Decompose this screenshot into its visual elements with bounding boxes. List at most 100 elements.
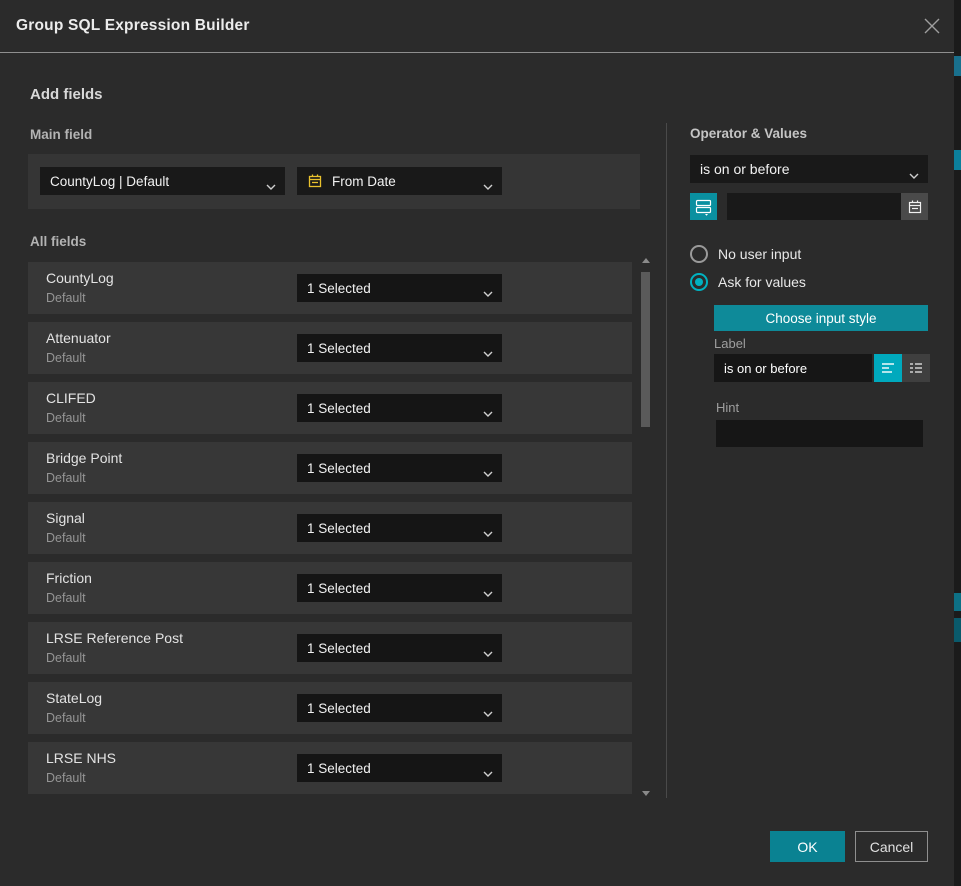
field-row-statelog: StateLog Default 1 Selected bbox=[28, 682, 632, 734]
field-name: Signal bbox=[46, 510, 85, 526]
field-selected-value: 1 Selected bbox=[307, 341, 371, 356]
field-row-friction: Friction Default 1 Selected bbox=[28, 562, 632, 614]
operator-values-heading: Operator & Values bbox=[690, 126, 807, 141]
radio-ask-for-values[interactable]: Ask for values bbox=[690, 273, 806, 291]
chevron-down-icon bbox=[483, 585, 493, 600]
field-selected-value: 1 Selected bbox=[307, 701, 371, 716]
field-row-attenuator: Attenuator Default 1 Selected bbox=[28, 322, 632, 374]
chevron-down-icon bbox=[483, 405, 493, 420]
field-subtitle: Default bbox=[46, 531, 86, 545]
field-name: CLIFED bbox=[46, 390, 96, 406]
field-subtitle: Default bbox=[46, 291, 86, 305]
radio-selected-icon bbox=[690, 273, 708, 291]
dialog-header: Group SQL Expression Builder bbox=[0, 0, 954, 53]
chevron-down-icon bbox=[483, 705, 493, 720]
calendar-icon bbox=[307, 173, 323, 189]
main-field-date-select[interactable]: From Date bbox=[297, 167, 502, 195]
panel-divider bbox=[666, 123, 667, 798]
field-selected-dropdown[interactable]: 1 Selected bbox=[297, 514, 502, 542]
date-picker-button[interactable] bbox=[901, 193, 928, 220]
field-row-lrse-nhs: LRSE NHS Default 1 Selected bbox=[28, 742, 632, 794]
chevron-down-icon bbox=[483, 178, 493, 193]
chevron-down-icon bbox=[483, 765, 493, 780]
field-selected-dropdown[interactable]: 1 Selected bbox=[297, 274, 502, 302]
group-sql-expression-builder-dialog: Group SQL Expression Builder Add fields … bbox=[0, 0, 954, 886]
chevron-down-icon bbox=[483, 645, 493, 660]
field-selected-dropdown[interactable]: 1 Selected bbox=[297, 334, 502, 362]
field-name: Friction bbox=[46, 570, 92, 586]
chevron-down-icon bbox=[483, 285, 493, 300]
field-subtitle: Default bbox=[46, 351, 86, 365]
field-name: StateLog bbox=[46, 690, 102, 706]
all-fields-label: All fields bbox=[30, 234, 86, 249]
scrollbar-thumb[interactable] bbox=[641, 272, 650, 427]
field-selected-value: 1 Selected bbox=[307, 461, 371, 476]
field-selected-dropdown[interactable]: 1 Selected bbox=[297, 694, 502, 722]
chevron-down-icon bbox=[483, 345, 493, 360]
field-subtitle: Default bbox=[46, 471, 86, 485]
field-row-signal: Signal Default 1 Selected bbox=[28, 502, 632, 554]
field-selected-value: 1 Selected bbox=[307, 521, 371, 536]
align-left-lines-icon bbox=[880, 361, 896, 375]
dialog-title: Group SQL Expression Builder bbox=[16, 0, 250, 52]
scrollbar-down-arrow[interactable] bbox=[642, 791, 650, 796]
cancel-button[interactable]: Cancel bbox=[855, 831, 928, 862]
background-fragment bbox=[954, 56, 961, 76]
calendar-icon bbox=[907, 199, 923, 215]
background-fragment bbox=[954, 150, 961, 170]
background-fragment bbox=[954, 593, 961, 611]
main-field-label: Main field bbox=[30, 127, 92, 142]
close-icon[interactable] bbox=[922, 16, 942, 36]
hint-input[interactable] bbox=[716, 420, 923, 447]
field-subtitle: Default bbox=[46, 411, 86, 425]
bulleted-list-icon bbox=[908, 361, 924, 375]
label-style-list-button[interactable] bbox=[902, 354, 930, 382]
label-input[interactable] bbox=[714, 354, 872, 382]
field-subtitle: Default bbox=[46, 771, 86, 785]
add-fields-heading: Add fields bbox=[30, 86, 103, 103]
chevron-down-icon bbox=[909, 166, 919, 182]
field-selected-dropdown[interactable]: 1 Selected bbox=[297, 754, 502, 782]
field-row-bridge-point: Bridge Point Default 1 Selected bbox=[28, 442, 632, 494]
field-selected-dropdown[interactable]: 1 Selected bbox=[297, 574, 502, 602]
chevron-down-icon bbox=[483, 525, 493, 540]
field-selected-dropdown[interactable]: 1 Selected bbox=[297, 394, 502, 422]
operator-select-value: is on or before bbox=[700, 161, 790, 177]
field-selected-value: 1 Selected bbox=[307, 581, 371, 596]
value-input[interactable] bbox=[727, 193, 901, 220]
main-field-select-value: CountyLog | Default bbox=[50, 174, 169, 189]
field-selected-value: 1 Selected bbox=[307, 641, 371, 656]
field-selected-dropdown[interactable]: 1 Selected bbox=[297, 454, 502, 482]
field-row-clifed: CLIFED Default 1 Selected bbox=[28, 382, 632, 434]
field-name: LRSE Reference Post bbox=[46, 630, 183, 646]
background-fragment bbox=[954, 618, 961, 642]
stacked-rows-icon bbox=[695, 198, 712, 216]
operator-select[interactable]: is on or before bbox=[690, 155, 928, 183]
field-subtitle: Default bbox=[46, 651, 86, 665]
main-field-select[interactable]: CountyLog | Default bbox=[40, 167, 285, 195]
field-row-lrse-reference-post: LRSE Reference Post Default 1 Selected bbox=[28, 622, 632, 674]
main-field-panel: CountyLog | Default From Date bbox=[28, 154, 640, 209]
background-edge-strip bbox=[954, 0, 961, 886]
main-field-date-value: From Date bbox=[332, 174, 396, 189]
field-selected-dropdown[interactable]: 1 Selected bbox=[297, 634, 502, 662]
field-selected-value: 1 Selected bbox=[307, 281, 371, 296]
field-name: Bridge Point bbox=[46, 450, 122, 466]
field-subtitle: Default bbox=[46, 711, 86, 725]
hint-field-label: Hint bbox=[716, 400, 739, 415]
value-source-button[interactable] bbox=[690, 193, 717, 220]
scrollbar-up-arrow[interactable] bbox=[642, 258, 650, 263]
field-name: Attenuator bbox=[46, 330, 111, 346]
radio-unselected-icon bbox=[690, 245, 708, 263]
label-style-single-line-button[interactable] bbox=[874, 354, 902, 382]
field-subtitle: Default bbox=[46, 591, 86, 605]
field-selected-value: 1 Selected bbox=[307, 761, 371, 776]
chevron-down-icon bbox=[266, 178, 276, 193]
chevron-down-icon bbox=[483, 465, 493, 480]
choose-input-style-button[interactable]: Choose input style bbox=[714, 305, 928, 331]
ok-button[interactable]: OK bbox=[770, 831, 845, 862]
field-name: LRSE NHS bbox=[46, 750, 116, 766]
radio-no-user-input[interactable]: No user input bbox=[690, 245, 801, 263]
field-name: CountyLog bbox=[46, 270, 114, 286]
radio-label: No user input bbox=[718, 246, 801, 262]
